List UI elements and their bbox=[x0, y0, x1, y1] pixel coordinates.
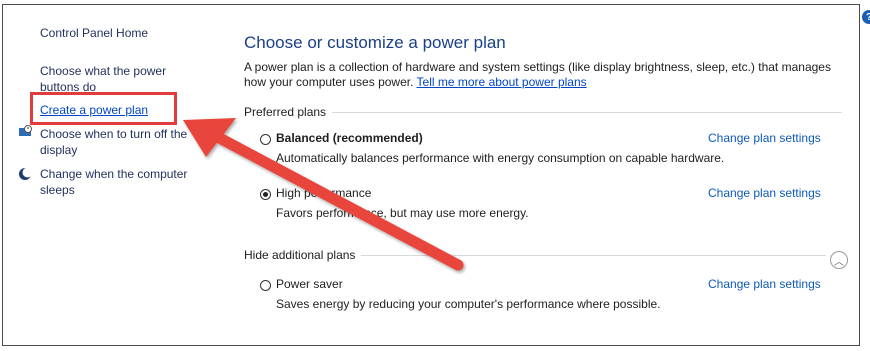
annotation-arrow bbox=[183, 118, 464, 271]
